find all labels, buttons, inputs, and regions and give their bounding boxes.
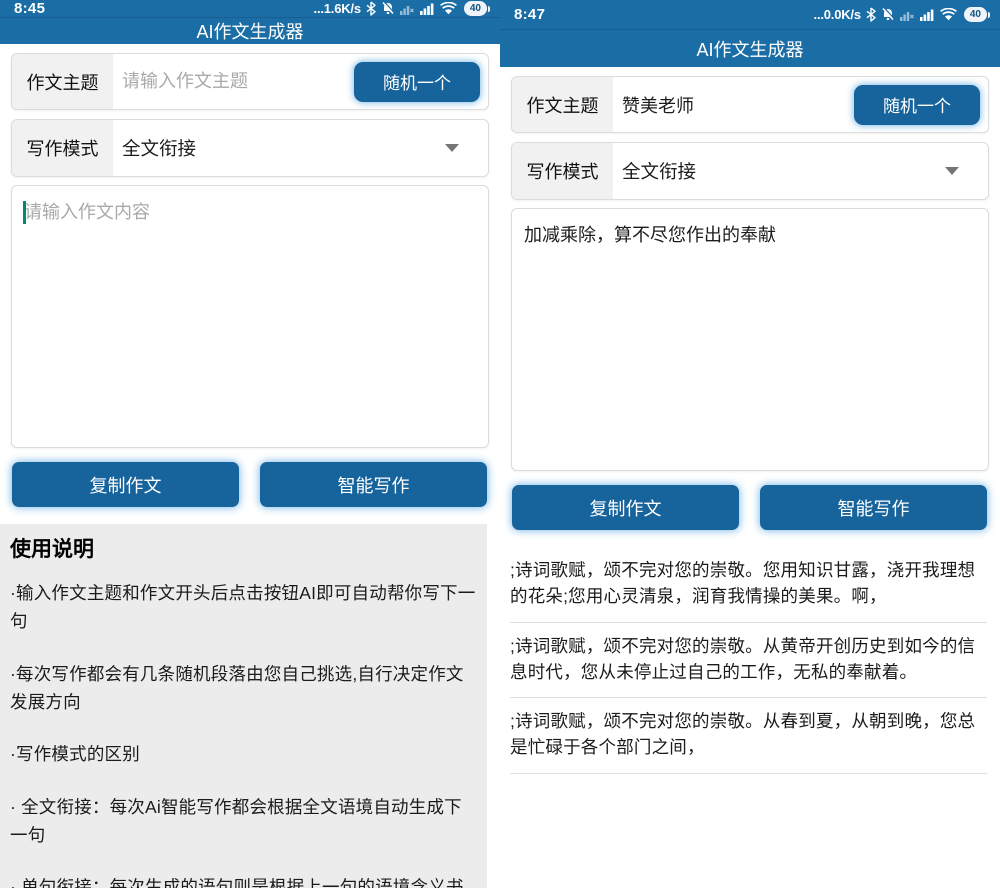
status-icons: ...1.6K/s 40 — [314, 1, 487, 16]
suggestion-item[interactable]: ;诗词歌赋，颂不完对您的崇敬。从黄帝开创历史到如今的信息时代，您从未停止过自己的… — [510, 623, 987, 699]
signal-sim2-icon — [420, 2, 435, 15]
two-screenshot-stage: 8:45 ...1.6K/s 40 AI作文生成器 作文主题 随机一个 写作模式 — [0, 0, 1000, 888]
topic-label: 作文主题 — [512, 77, 613, 132]
instruction-item: ·每次写作都会有几条随机段落由您自己挑选,自行决定作文发展方向 — [10, 660, 476, 717]
clock: 8:47 — [514, 6, 545, 23]
topic-input[interactable] — [613, 94, 854, 115]
wifi-icon — [940, 8, 957, 21]
mode-row[interactable]: 写作模式 全文衔接 — [511, 142, 989, 200]
chevron-down-icon — [945, 167, 959, 175]
mode-selected-value: 全文衔接 — [613, 158, 945, 184]
usage-instructions-panel: 使用说明 ·输入作文主题和作文开头后点击按钮AI即可自动帮你写下一句 ·每次写作… — [0, 524, 487, 888]
action-buttons: 复制作文 智能写作 — [12, 462, 487, 507]
topic-input[interactable] — [113, 71, 354, 92]
suggestion-item[interactable]: ;诗词歌赋，颂不完对您的崇敬。您用知识甘露，浇开我理想的花朵;您用心灵清泉，润育… — [510, 547, 987, 623]
instruction-item: ·输入作文主题和作文开头后点击按钮AI即可自动帮你写下一句 — [10, 579, 476, 636]
network-speed-text: ...0.0K/s — [814, 7, 861, 22]
app-title: AI作文生成器 — [696, 36, 803, 62]
status-bar: 8:45 ...1.6K/s 40 — [0, 0, 500, 18]
screen-content: 作文主题 随机一个 写作模式 全文衔接 复制作文 智能写作 使用说明 ·输入作文… — [0, 44, 500, 888]
instruction-item: ·写作模式的区别 — [10, 740, 476, 768]
instruction-item: · 全文衔接：每次Ai智能写作都会根据全文语境自动生成下一句 — [10, 793, 476, 850]
signal-sim2-icon — [920, 8, 935, 21]
mute-bell-icon — [381, 1, 395, 16]
wifi-icon — [440, 2, 457, 15]
smart-write-button[interactable]: 智能写作 — [260, 462, 487, 507]
chevron-down-icon — [445, 144, 459, 152]
screen-right: 8:47 ...0.0K/s 40 AI作文生成器 作文主题 随机一个 写作模式 — [500, 0, 1000, 888]
topic-label: 作文主题 — [12, 54, 113, 109]
mode-label: 写作模式 — [12, 120, 113, 176]
copy-essay-button[interactable]: 复制作文 — [512, 485, 739, 530]
battery-indicator: 40 — [464, 1, 487, 16]
topic-row: 作文主题 随机一个 — [11, 53, 489, 110]
app-title-bar: AI作文生成器 — [0, 18, 500, 44]
network-speed-text: ...1.6K/s — [314, 1, 361, 16]
mute-bell-icon — [881, 7, 895, 22]
app-title-bar: AI作文生成器 — [500, 30, 1000, 67]
signal-sim1-icon — [900, 8, 915, 21]
instructions-title: 使用说明 — [10, 533, 476, 563]
screen-content: 作文主题 随机一个 写作模式 全文衔接 加减乘除，算不尽您作出的奉献 复制作文 … — [500, 67, 1000, 888]
mode-label: 写作模式 — [512, 143, 613, 199]
status-icons: ...0.0K/s 40 — [814, 7, 987, 22]
bluetooth-icon — [366, 1, 376, 16]
essay-content-card: 加减乘除，算不尽您作出的奉献 — [511, 208, 989, 471]
bluetooth-icon — [866, 7, 876, 22]
screen-left: 8:45 ...1.6K/s 40 AI作文生成器 作文主题 随机一个 写作模式 — [0, 0, 500, 888]
topic-row: 作文主题 随机一个 — [511, 76, 989, 133]
battery-indicator: 40 — [964, 7, 987, 22]
status-bar: 8:47 ...0.0K/s 40 — [500, 0, 1000, 30]
smart-write-button[interactable]: 智能写作 — [760, 485, 987, 530]
suggestion-item[interactable]: ;诗词歌赋，颂不完对您的崇敬。从春到夏，从朝到晚，您总是忙碌于各个部门之间， — [510, 698, 987, 774]
action-buttons: 复制作文 智能写作 — [512, 485, 987, 530]
random-topic-button[interactable]: 随机一个 — [354, 62, 480, 102]
random-topic-button[interactable]: 随机一个 — [854, 85, 980, 125]
instruction-item: · 单句衔接：每次生成的语句则是根据上一句的语境含义书写的 — [10, 873, 476, 888]
essay-content-textarea[interactable] — [12, 186, 488, 447]
mode-row[interactable]: 写作模式 全文衔接 — [11, 119, 489, 177]
signal-sim1-icon — [400, 2, 415, 15]
text-cursor — [23, 201, 26, 224]
clock: 8:45 — [14, 0, 45, 17]
essay-content-textarea[interactable]: 加减乘除，算不尽您作出的奉献 — [512, 209, 988, 470]
copy-essay-button[interactable]: 复制作文 — [12, 462, 239, 507]
essay-content-card — [11, 185, 489, 448]
mode-selected-value: 全文衔接 — [113, 135, 445, 161]
app-title: AI作文生成器 — [196, 18, 303, 44]
generated-suggestions-list: ;诗词歌赋，颂不完对您的崇敬。您用知识甘露，浇开我理想的花朵;您用心灵清泉，润育… — [500, 547, 1000, 774]
